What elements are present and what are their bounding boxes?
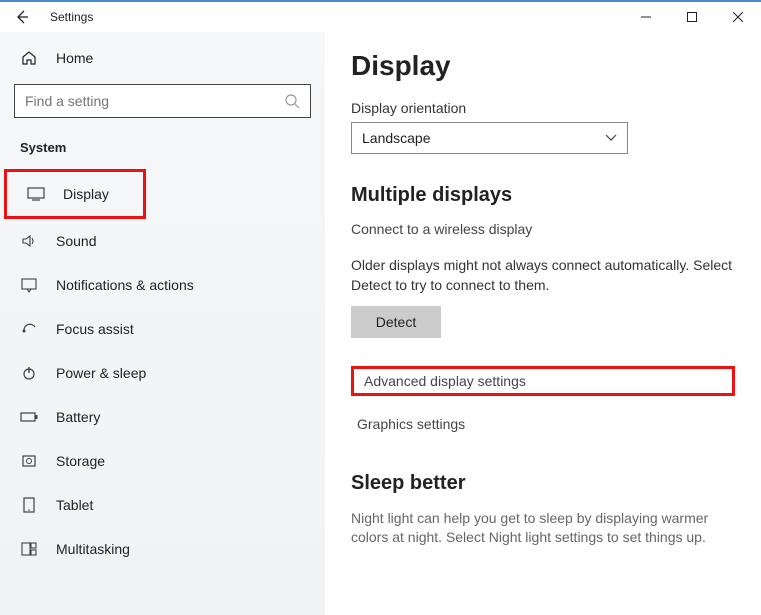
sidebar-item-label: Display: [63, 186, 109, 202]
wireless-display-link[interactable]: Connect to a wireless display: [351, 221, 735, 237]
advanced-display-settings-link[interactable]: Advanced display settings: [351, 366, 735, 396]
chevron-down-icon: [605, 134, 617, 142]
search-icon: [284, 93, 300, 109]
sidebar-item-label: Power & sleep: [56, 365, 146, 381]
notifications-icon: [20, 276, 38, 294]
power-icon: [20, 364, 38, 382]
maximize-button[interactable]: [669, 2, 715, 32]
content: Home System Display Sound Notifications …: [0, 32, 761, 615]
graphics-settings-link[interactable]: Graphics settings: [351, 414, 735, 434]
multitasking-icon: [20, 540, 38, 558]
page-title: Display: [351, 50, 735, 82]
sidebar-item-multitasking[interactable]: Multitasking: [0, 527, 325, 571]
search-box[interactable]: [14, 84, 311, 118]
sidebar-item-display[interactable]: Display: [4, 169, 146, 219]
display-links-group: Advanced display settings Graphics setti…: [351, 366, 735, 434]
detect-description: Older displays might not always connect …: [351, 255, 735, 296]
sidebar-item-sound[interactable]: Sound: [0, 219, 325, 263]
sleep-better-heading: Sleep better: [351, 472, 735, 495]
sidebar-item-tablet[interactable]: Tablet: [0, 483, 325, 527]
battery-icon: [20, 408, 38, 426]
sidebar-item-label: Tablet: [56, 497, 93, 513]
orientation-value: Landscape: [362, 130, 431, 146]
sidebar-item-label: Multitasking: [56, 541, 130, 557]
sidebar-item-label: Focus assist: [56, 321, 134, 337]
titlebar-left: Settings: [0, 2, 93, 32]
sound-icon: [20, 232, 38, 250]
focus-assist-icon: [20, 320, 38, 338]
back-button[interactable]: [0, 2, 44, 32]
storage-icon: [20, 452, 38, 470]
arrow-left-icon: [14, 9, 30, 25]
search-input[interactable]: [25, 93, 284, 109]
sidebar-item-label: Battery: [56, 409, 100, 425]
main-panel: Display Display orientation Landscape Mu…: [325, 32, 761, 615]
detect-button[interactable]: Detect: [351, 306, 441, 338]
maximize-icon: [687, 12, 697, 22]
tablet-icon: [20, 496, 38, 514]
sidebar: Home System Display Sound Notifications …: [0, 32, 325, 615]
minimize-icon: [641, 12, 651, 22]
close-icon: [733, 12, 743, 22]
home-button[interactable]: Home: [0, 40, 325, 76]
orientation-label: Display orientation: [351, 100, 735, 116]
display-icon: [27, 185, 45, 203]
orientation-dropdown[interactable]: Landscape: [351, 122, 628, 154]
sidebar-item-label: Notifications & actions: [56, 277, 194, 293]
sleep-better-description: Night light can help you get to sleep by…: [351, 509, 735, 548]
sidebar-item-notifications[interactable]: Notifications & actions: [0, 263, 325, 307]
window-controls: [623, 2, 761, 32]
titlebar: Settings: [0, 0, 761, 32]
sidebar-item-label: Storage: [56, 453, 105, 469]
close-button[interactable]: [715, 2, 761, 32]
sidebar-item-storage[interactable]: Storage: [0, 439, 325, 483]
sidebar-item-battery[interactable]: Battery: [0, 395, 325, 439]
minimize-button[interactable]: [623, 2, 669, 32]
sidebar-item-label: Sound: [56, 233, 96, 249]
sidebar-item-focus-assist[interactable]: Focus assist: [0, 307, 325, 351]
sidebar-item-power-sleep[interactable]: Power & sleep: [0, 351, 325, 395]
app-title: Settings: [50, 10, 93, 24]
category-label: System: [0, 134, 325, 169]
home-icon: [20, 50, 38, 66]
multiple-displays-heading: Multiple displays: [351, 184, 735, 207]
home-label: Home: [56, 50, 93, 66]
